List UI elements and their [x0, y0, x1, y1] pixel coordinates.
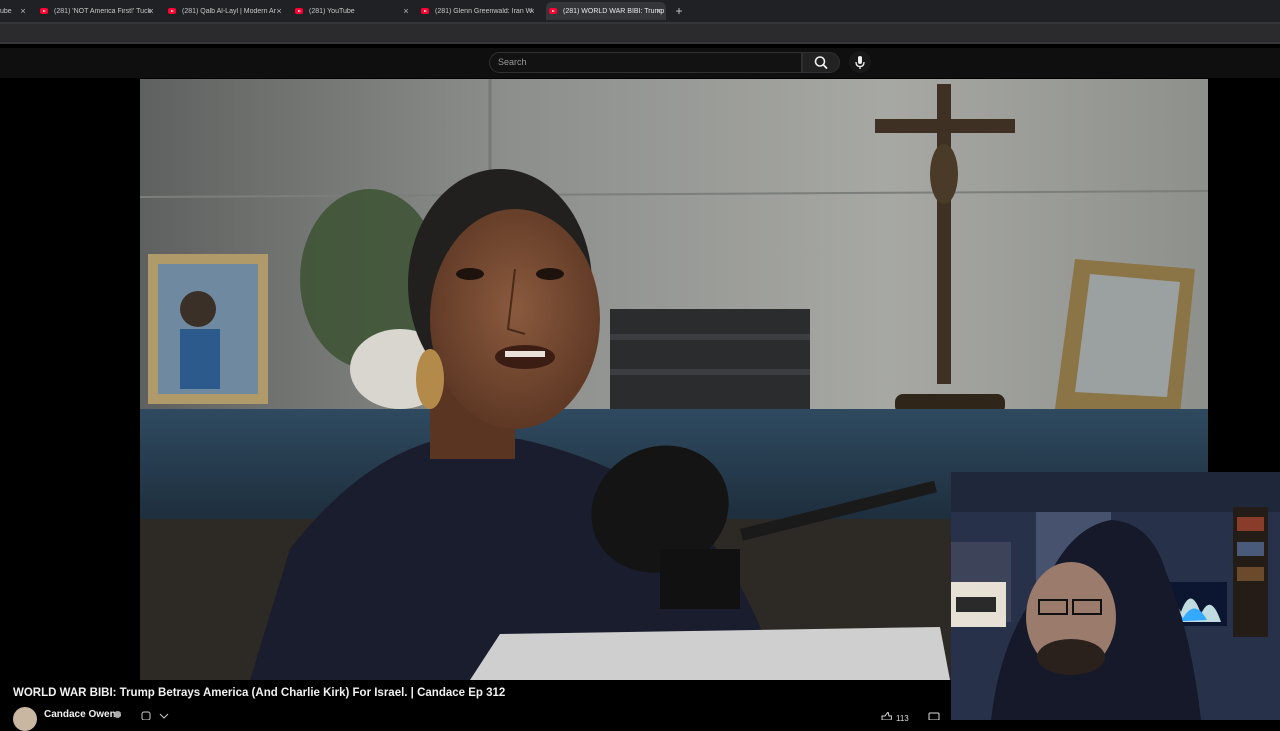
address-bar[interactable] [0, 24, 1280, 42]
search-icon [814, 56, 828, 69]
browser-tab[interactable]: ube × [0, 2, 30, 20]
tab-close-icon[interactable]: × [525, 2, 539, 20]
tab-label: (281) Qalb Al-Layl | Modern Ar [182, 7, 277, 15]
tab-close-icon[interactable]: × [16, 2, 30, 20]
voice-search-button[interactable] [849, 51, 871, 73]
search-button[interactable] [802, 52, 840, 73]
tab-label: (281) YouTube [309, 7, 355, 15]
youtube-favicon-icon [40, 8, 48, 14]
browser-tab[interactable]: (281) Glenn Greenwald: Iran W × [421, 2, 539, 20]
tab-label: (281) 'NOT America First!' Tuck [54, 7, 152, 15]
channel-name[interactable]: Candace Owens [44, 709, 121, 720]
webcam-overlay [951, 472, 1280, 720]
new-tab-button[interactable]: + [672, 2, 686, 20]
subscribe-bell-icon[interactable] [140, 710, 170, 720]
like-icon[interactable] [880, 712, 892, 720]
tab-close-icon[interactable]: × [272, 2, 286, 20]
browser-tab[interactable]: (281) YouTube × [295, 2, 413, 20]
search-input[interactable]: Search [489, 52, 802, 73]
tab-label: (281) WORLD WAR BIBI: Trump [563, 7, 665, 15]
tab-close-icon[interactable]: × [144, 2, 158, 20]
channel-avatar[interactable] [13, 707, 37, 731]
tab-close-icon[interactable]: × [399, 2, 413, 20]
webcam-frame [951, 472, 1280, 720]
youtube-favicon-icon [295, 8, 303, 14]
browser-tab[interactable]: (281) 'NOT America First!' Tuck × [40, 2, 158, 20]
youtube-favicon-icon [421, 8, 429, 14]
youtube-favicon-icon [549, 8, 557, 14]
video-title: WORLD WAR BIBI: Trump Betrays America (A… [13, 687, 506, 699]
tab-close-icon[interactable]: × [652, 2, 666, 20]
browser-tab[interactable]: (281) Qalb Al-Layl | Modern Ar × [168, 2, 286, 20]
like-count: 113 [896, 714, 909, 723]
address-bar-area [0, 22, 1280, 44]
tab-label: (281) Glenn Greenwald: Iran W [435, 7, 533, 15]
mic-icon [855, 56, 865, 69]
browser-tab-active[interactable]: (281) WORLD WAR BIBI: Trump × [546, 2, 666, 20]
youtube-favicon-icon [168, 8, 176, 14]
verified-badge-icon [114, 711, 121, 718]
share-icon[interactable] [928, 712, 940, 720]
browser-tab-strip: ube × (281) 'NOT America First!' Tuck × … [0, 0, 1280, 22]
